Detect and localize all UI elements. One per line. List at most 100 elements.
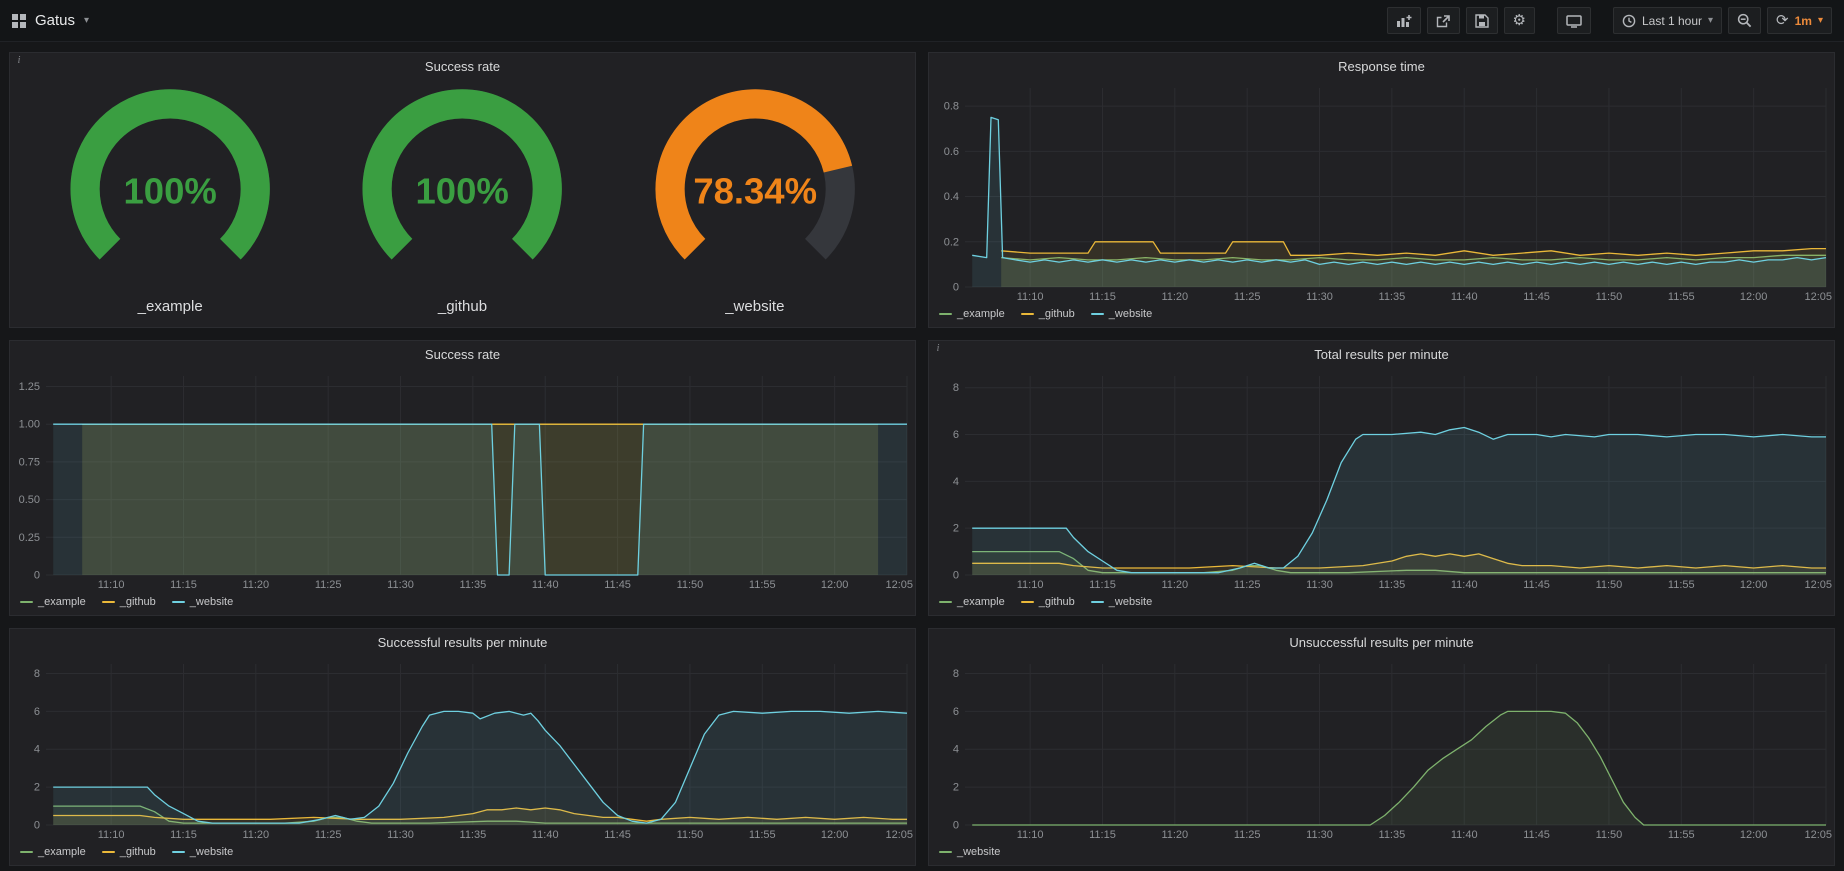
legend-series-color xyxy=(172,601,185,603)
add-panel-icon xyxy=(1396,14,1412,28)
legend-item[interactable]: _website xyxy=(172,596,233,608)
svg-text:11:25: 11:25 xyxy=(1234,579,1261,591)
panel-title-text: Successful results per minute xyxy=(378,635,548,650)
info-icon[interactable]: i xyxy=(932,342,944,354)
svg-text:6: 6 xyxy=(34,706,40,718)
svg-text:2: 2 xyxy=(953,782,959,794)
unsuccessful-results-chart[interactable]: 0246811:1011:1511:2011:2511:3011:3511:40… xyxy=(929,656,1834,843)
panel-title[interactable]: Successful results per minute xyxy=(10,629,915,656)
chevron-down-icon: ▾ xyxy=(1708,16,1713,26)
svg-text:11:40: 11:40 xyxy=(532,579,559,591)
svg-text:78.34%: 78.34% xyxy=(693,171,817,212)
svg-text:11:45: 11:45 xyxy=(604,579,631,591)
legend-series-name: _example xyxy=(38,846,86,858)
svg-text:11:35: 11:35 xyxy=(460,829,487,841)
legend-item[interactable]: _website xyxy=(1091,596,1152,608)
svg-text:11:50: 11:50 xyxy=(1596,291,1623,303)
svg-text:12:05: 12:05 xyxy=(1804,829,1832,841)
legend-series-color xyxy=(20,851,33,853)
svg-text:1.00: 1.00 xyxy=(19,419,40,431)
svg-text:11:25: 11:25 xyxy=(1234,291,1261,303)
share-button[interactable] xyxy=(1427,7,1460,34)
legend-item[interactable]: _github xyxy=(1021,308,1075,320)
svg-text:11:45: 11:45 xyxy=(1523,829,1550,841)
save-button[interactable] xyxy=(1466,7,1498,34)
svg-text:12:05: 12:05 xyxy=(1804,579,1832,591)
svg-text:11:35: 11:35 xyxy=(460,579,487,591)
svg-text:11:35: 11:35 xyxy=(1379,291,1406,303)
svg-text:11:10: 11:10 xyxy=(98,579,125,591)
legend-series-name: _website xyxy=(1109,596,1152,608)
svg-text:11:55: 11:55 xyxy=(1668,829,1695,841)
svg-text:6: 6 xyxy=(953,429,959,441)
legend-item[interactable]: _example xyxy=(20,846,86,858)
svg-text:11:40: 11:40 xyxy=(532,829,559,841)
settings-button[interactable]: ⚙ xyxy=(1504,7,1535,34)
svg-text:11:25: 11:25 xyxy=(1234,829,1261,841)
panel-title[interactable]: Success rate xyxy=(10,53,915,80)
legend-item[interactable]: _example xyxy=(939,596,1005,608)
legend-item[interactable]: _website xyxy=(172,846,233,858)
panel-title[interactable]: Total results per minute xyxy=(929,341,1834,368)
chart-legend: _example _github _website xyxy=(929,305,1834,327)
panel-title[interactable]: Unsuccessful results per minute xyxy=(929,629,1834,656)
panel-title[interactable]: Success rate xyxy=(10,341,915,368)
gauge-example[interactable]: 100% _example xyxy=(24,82,316,319)
legend-item[interactable]: _website xyxy=(939,846,1000,858)
svg-text:12:05: 12:05 xyxy=(885,579,913,591)
chevron-down-icon[interactable]: ▾ xyxy=(84,16,89,26)
total-results-chart[interactable]: 0246811:1011:1511:2011:2511:3011:3511:40… xyxy=(929,368,1834,593)
svg-text:11:35: 11:35 xyxy=(1379,579,1406,591)
svg-text:11:20: 11:20 xyxy=(1161,291,1188,303)
legend-item[interactable]: _example xyxy=(20,596,86,608)
svg-text:11:55: 11:55 xyxy=(749,579,776,591)
successful-results-chart[interactable]: 0246811:1011:1511:2011:2511:3011:3511:40… xyxy=(10,656,915,843)
panel-success-rate-gauges: i Success rate 100% _example 100% _githu… xyxy=(9,52,916,328)
legend-series-name: _website xyxy=(957,846,1000,858)
legend-series-color xyxy=(1091,313,1104,315)
success-rate-chart[interactable]: 00.250.500.751.001.2511:1011:1511:2011:2… xyxy=(10,368,915,593)
time-range-button[interactable]: Last 1 hour ▾ xyxy=(1613,7,1722,34)
dashboard-grid-icon[interactable] xyxy=(12,14,26,28)
svg-text:11:10: 11:10 xyxy=(1017,829,1044,841)
dashboard-title[interactable]: Gatus xyxy=(35,12,75,29)
legend-item[interactable]: _github xyxy=(102,846,156,858)
share-icon xyxy=(1436,14,1451,28)
svg-text:4: 4 xyxy=(34,744,40,756)
svg-text:11:30: 11:30 xyxy=(1306,291,1333,303)
svg-text:11:50: 11:50 xyxy=(677,579,704,591)
legend-item[interactable]: _github xyxy=(1021,596,1075,608)
gauge-github[interactable]: 100% _github xyxy=(316,82,608,319)
svg-text:11:30: 11:30 xyxy=(1306,579,1333,591)
svg-text:11:55: 11:55 xyxy=(1668,579,1695,591)
tv-mode-button[interactable] xyxy=(1557,7,1591,34)
chart-legend: _example _github _website xyxy=(10,593,915,615)
panel-successful-results: Successful results per minute 0246811:10… xyxy=(9,628,916,866)
zoom-out-button[interactable] xyxy=(1728,7,1761,34)
legend-series-name: _example xyxy=(38,596,86,608)
panel-title[interactable]: Response time xyxy=(929,53,1834,80)
legend-series-name: _github xyxy=(120,846,156,858)
svg-text:8: 8 xyxy=(953,382,959,394)
legend-item[interactable]: _example xyxy=(939,308,1005,320)
panel-title-text: Success rate xyxy=(425,347,500,362)
gauge-arc: 100% xyxy=(24,82,316,296)
legend-series-color xyxy=(172,851,185,853)
refresh-button[interactable]: ⟳ 1m ▾ xyxy=(1767,7,1832,34)
svg-text:8: 8 xyxy=(34,668,40,680)
svg-text:12:05: 12:05 xyxy=(885,829,913,841)
legend-series-name: _example xyxy=(957,596,1005,608)
svg-text:11:10: 11:10 xyxy=(1017,291,1044,303)
legend-series-color xyxy=(939,601,952,603)
info-icon[interactable]: i xyxy=(13,54,25,66)
gauge-website[interactable]: 78.34% _website xyxy=(609,82,901,319)
legend-item[interactable]: _website xyxy=(1091,308,1152,320)
legend-item[interactable]: _github xyxy=(102,596,156,608)
panel-title-text: Unsuccessful results per minute xyxy=(1289,635,1473,650)
panel-total-results: i Total results per minute 0246811:1011:… xyxy=(928,340,1835,616)
svg-text:12:00: 12:00 xyxy=(1740,829,1768,841)
response-time-chart[interactable]: 00.20.40.60.811:1011:1511:2011:2511:3011… xyxy=(929,80,1834,305)
svg-text:1.25: 1.25 xyxy=(19,381,40,393)
gauge-arc: 100% xyxy=(316,82,608,296)
add-panel-button[interactable] xyxy=(1387,7,1421,34)
